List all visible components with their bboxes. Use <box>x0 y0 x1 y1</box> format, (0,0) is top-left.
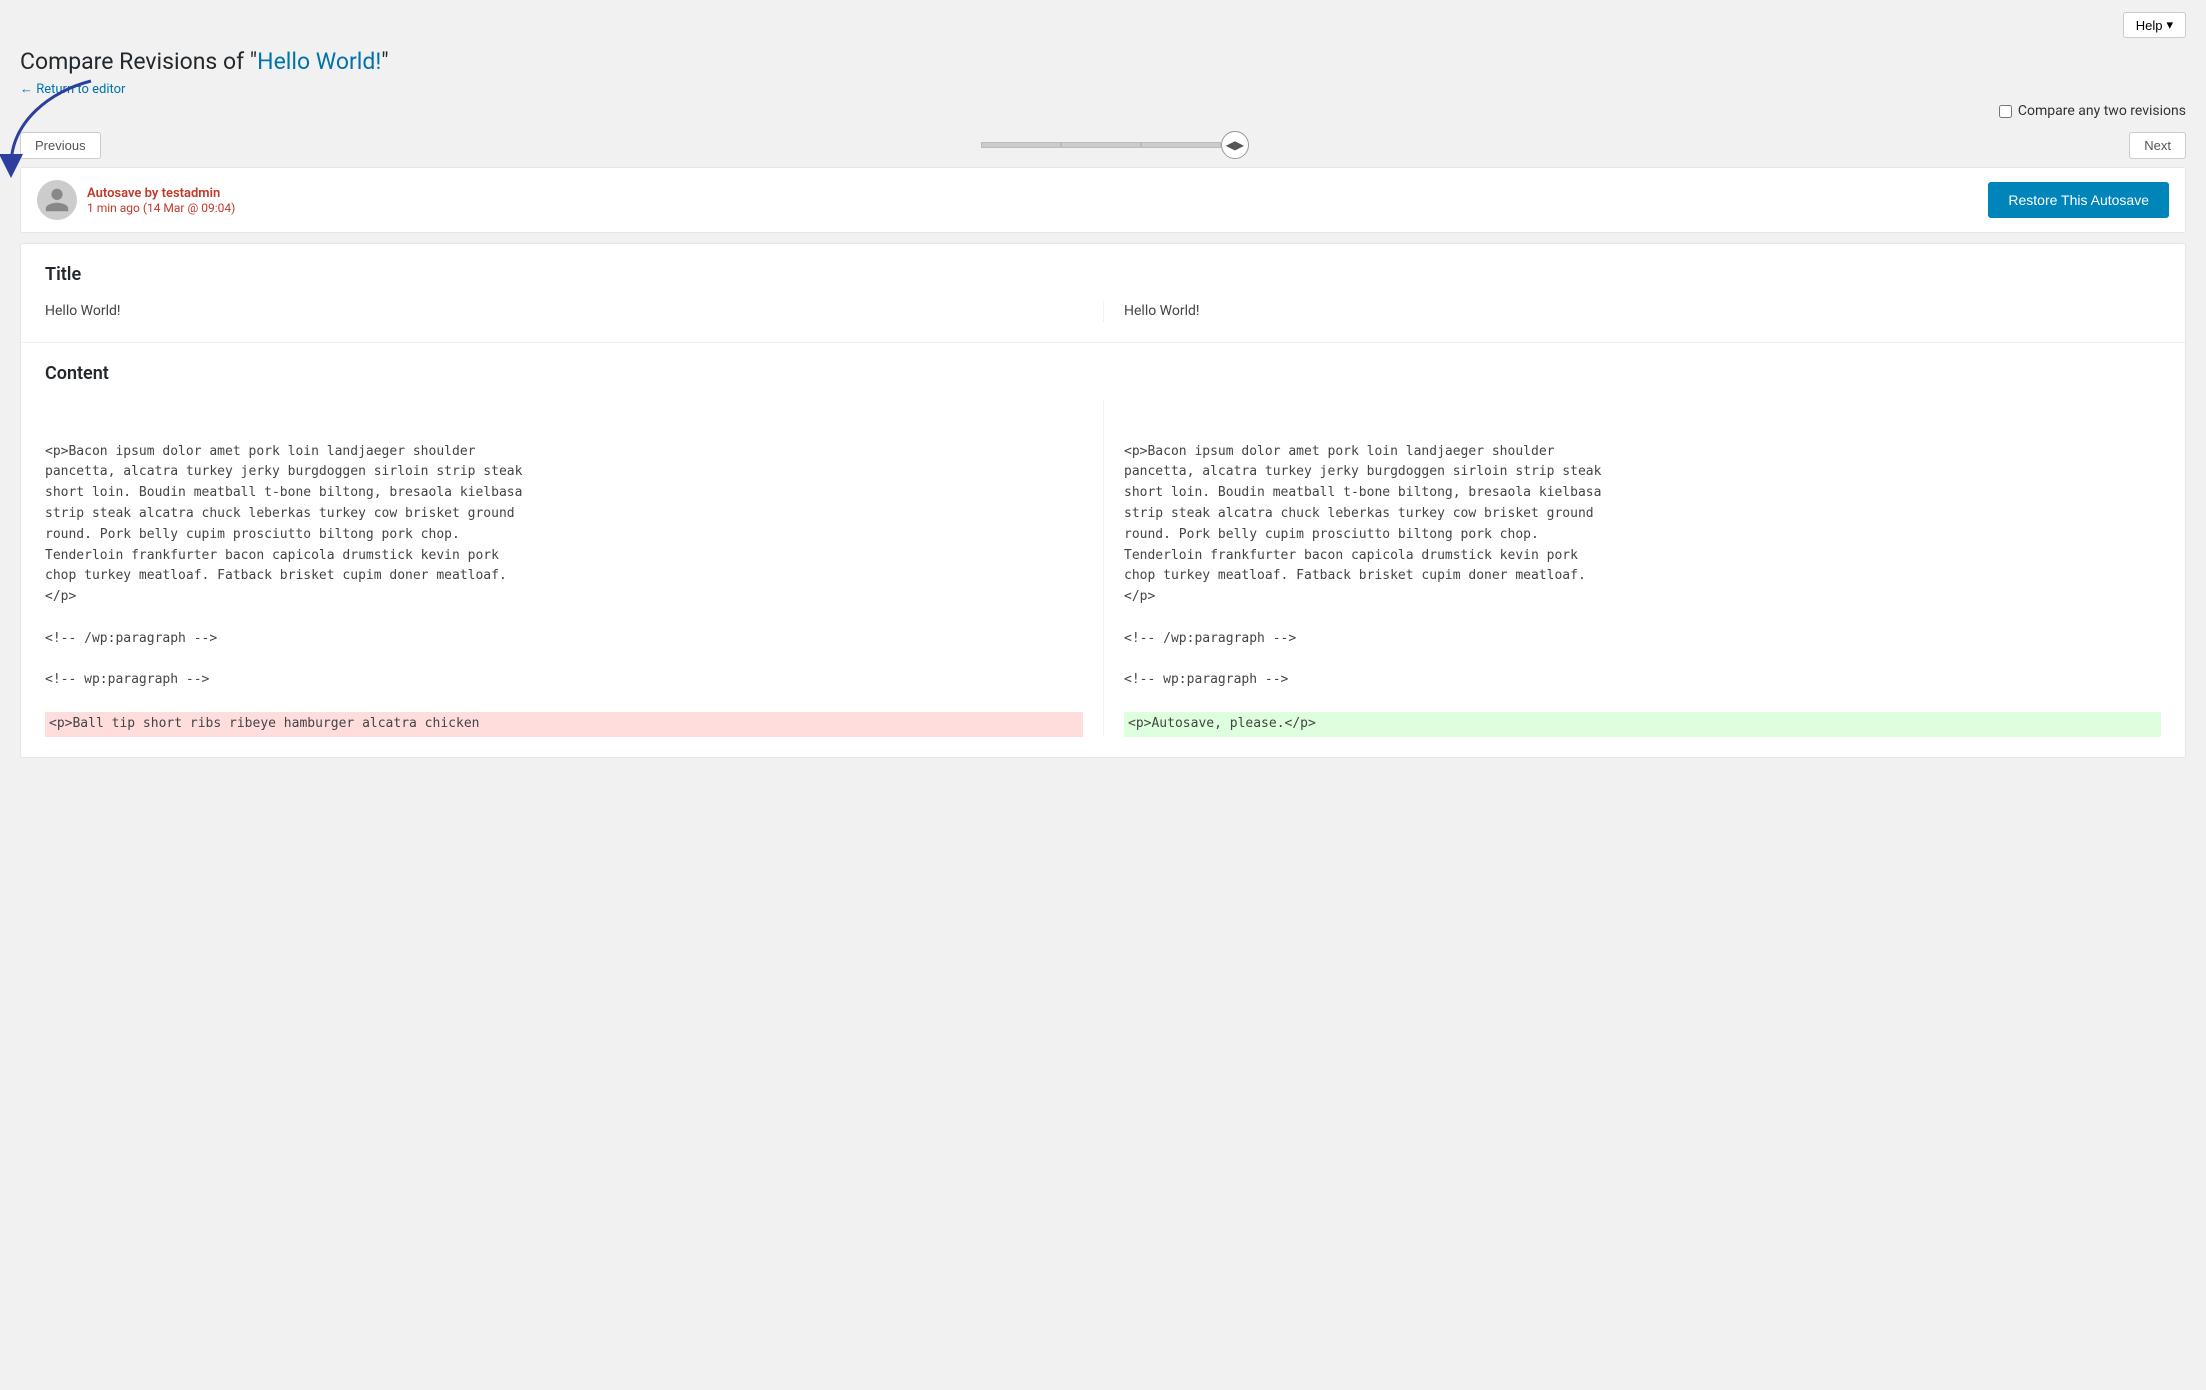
diff-content-left-text: <p>Bacon ipsum dolor amet pork loin land… <box>45 400 1083 737</box>
author-name: testadmin <box>162 186 221 201</box>
diff-title-heading: Title <box>45 264 2161 285</box>
page-title: Compare Revisions of "Hello World!" <box>20 48 2186 75</box>
revision-time: 1 min ago (14 Mar @ 09:04) <box>87 201 235 215</box>
annotation-arrow <box>0 71 111 191</box>
compare-two-label: Compare any two revisions <box>2018 103 2186 119</box>
diff-title-left-value: Hello World! <box>45 303 121 319</box>
restore-autosave-button[interactable]: Restore This Autosave <box>1988 182 2169 218</box>
diff-content-section: Content <p>Bacon ipsum dolor amet pork l… <box>21 343 2185 757</box>
revision-info-bar: Autosave by testadmin 1 min ago (14 Mar … <box>20 167 2186 233</box>
diff-title-left: Hello World! <box>45 301 1103 322</box>
slider-segment-1 <box>981 142 1061 148</box>
diff-added-line: <p>Autosave, please.</p> <box>1124 712 2161 737</box>
diff-title-right: Hello World! <box>1103 301 2161 322</box>
diff-title-right-value: Hello World! <box>1124 303 1200 319</box>
diff-title-section: Title Hello World! Hello World! <box>21 244 2185 343</box>
diff-content-right: <p>Bacon ipsum dolor amet pork loin land… <box>1103 400 2161 737</box>
compare-checkbox-row: Compare any two revisions <box>0 103 2206 123</box>
diff-content-left: <p>Bacon ipsum dolor amet pork loin land… <box>45 400 1103 737</box>
help-button[interactable]: Help ▾ <box>2123 12 2186 38</box>
slider-segment-3 <box>1141 142 1221 148</box>
slider-segment-2 <box>1061 142 1141 148</box>
revision-date: (14 Mar @ 09:04) <box>143 201 235 215</box>
navigation-bar: Previous ◀▶ Next <box>0 123 2206 167</box>
diff-title-columns: Hello World! Hello World! <box>45 301 2161 322</box>
help-label: Help <box>2136 18 2163 33</box>
diff-content-columns: <p>Bacon ipsum dolor amet pork loin land… <box>45 400 2161 737</box>
diff-removed-line: <p>Ball tip short ribs ribeye hamburger … <box>45 712 1083 737</box>
time-ago: 1 min ago <box>87 201 140 215</box>
diff-content-heading: Content <box>45 363 2161 384</box>
compare-two-checkbox[interactable] <box>1999 105 2012 118</box>
revision-slider-track[interactable]: ◀▶ <box>981 131 1249 159</box>
diff-container: Title Hello World! Hello World! Content … <box>20 243 2186 758</box>
post-title-link[interactable]: Hello World! <box>257 48 381 75</box>
diff-content-right-text: <p>Bacon ipsum dolor amet pork loin land… <box>1124 400 2161 737</box>
help-arrow-icon: ▾ <box>2166 17 2173 33</box>
top-bar: Help ▾ <box>0 0 2206 38</box>
next-button[interactable]: Next <box>2129 132 2186 159</box>
slider-handle[interactable]: ◀▶ <box>1221 131 1249 159</box>
page-header: Compare Revisions of "Hello World!" ← Re… <box>0 38 2206 103</box>
title-suffix: " <box>381 48 388 75</box>
slider-container: ◀▶ <box>101 131 2130 159</box>
